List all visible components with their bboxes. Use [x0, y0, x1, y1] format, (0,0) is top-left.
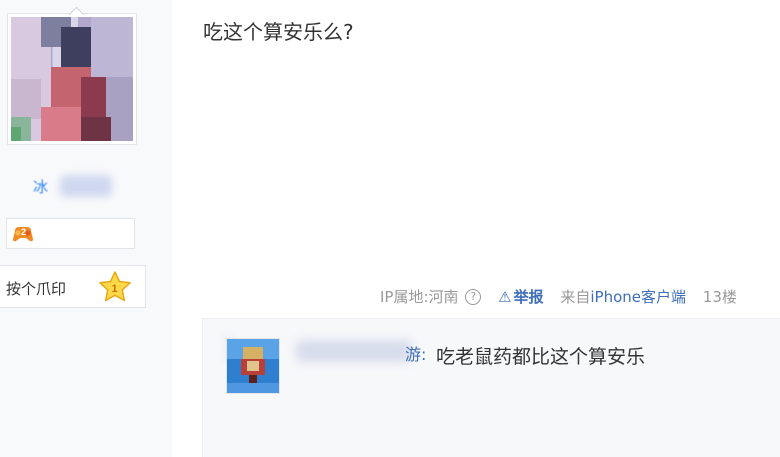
- paw-print-button[interactable]: 按个爪印 1: [0, 265, 146, 308]
- author-avatar[interactable]: [7, 6, 137, 145]
- source-client-link[interactable]: iPhone客户端: [590, 286, 686, 307]
- post-content: 吃这个算安乐么?: [203, 20, 354, 44]
- avatar-image: [11, 17, 133, 141]
- paw-print-label: 按个爪印: [6, 280, 67, 298]
- source-prefix: 来自: [560, 288, 591, 306]
- level-badge-icon: 2: [13, 227, 33, 242]
- help-icon[interactable]: ?: [465, 288, 482, 305]
- floor-number: 13楼: [702, 288, 737, 306]
- reply-username[interactable]: 游:: [291, 341, 431, 367]
- author-panel: 冰 2 按个爪印 1: [0, 0, 172, 457]
- level-number: 2: [21, 227, 26, 237]
- level-badge-box[interactable]: 2: [6, 218, 135, 249]
- reply-avatar[interactable]: [226, 338, 280, 394]
- reply-container: [202, 318, 780, 457]
- reply-avatar-image: [227, 339, 279, 393]
- author-username[interactable]: 冰: [33, 176, 48, 197]
- post-meta-bar: IP属地:河南 ? ⚠ 举报 来自iPhone客户端 13楼: [380, 286, 780, 308]
- reply-username-suffix: 游:: [405, 345, 427, 364]
- username-redaction: [60, 175, 112, 197]
- report-label: 举报: [513, 288, 544, 306]
- paw-count: 1: [112, 283, 118, 295]
- ip-location: IP属地:河南: [380, 288, 459, 306]
- warning-icon: ⚠: [498, 287, 512, 306]
- star-icon: 1: [99, 271, 131, 302]
- report-button[interactable]: ⚠ 举报: [498, 286, 543, 307]
- reply-text: 吃老鼠药都比这个算安乐: [436, 346, 646, 368]
